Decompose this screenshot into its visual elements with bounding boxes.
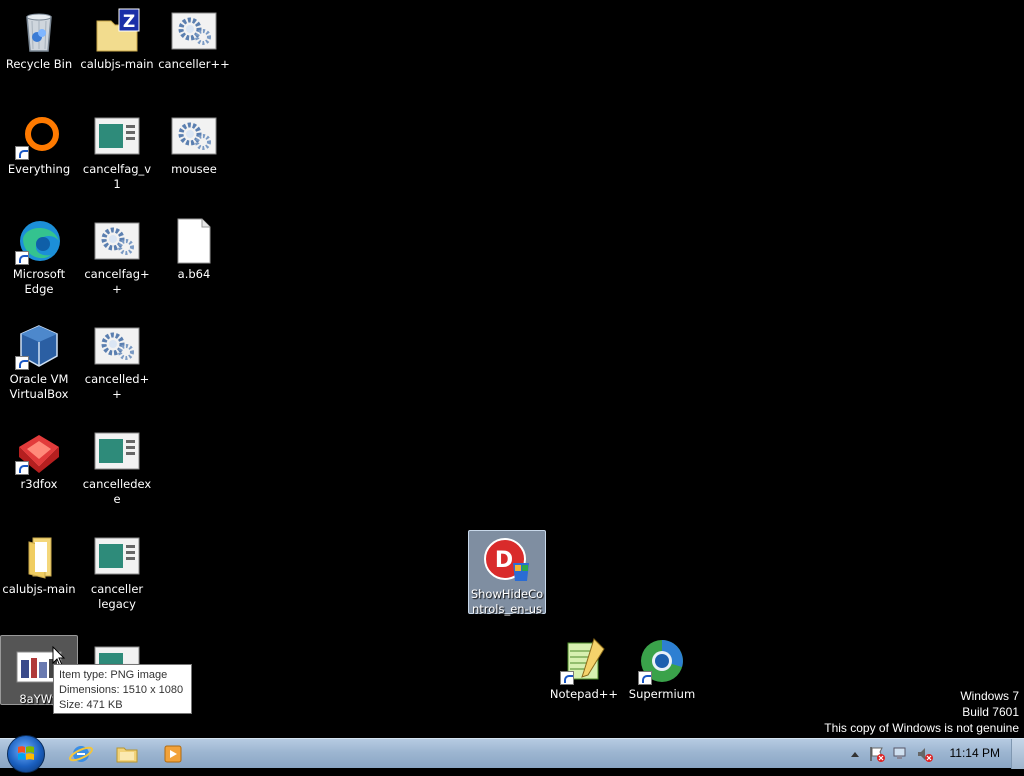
icon-cancelledexe[interactable]: cancelledexe — [78, 420, 156, 510]
icon-notepad-pp[interactable]: Notepad++ — [545, 630, 623, 705]
icon-everything[interactable]: Everything — [0, 105, 78, 180]
icon-canceller-legacy[interactable]: canceller legacy — [78, 525, 156, 615]
icon-r3dfox[interactable]: r3dfox — [0, 420, 78, 495]
tooltip-dimensions: Dimensions: 1510 x 1080 — [59, 684, 184, 696]
taskbar: 11:14 PM — [0, 735, 1024, 773]
label: Supermium — [628, 687, 696, 701]
label: canceller legacy — [90, 582, 144, 611]
gear-config-icon — [93, 217, 141, 265]
action-center-flag-icon[interactable] — [868, 745, 886, 763]
gear-config-icon — [170, 7, 218, 55]
tooltip-item-type: Item type: PNG image — [59, 669, 168, 681]
svg-text:D: D — [495, 548, 513, 573]
watermark-build: Build 7601 — [962, 705, 1019, 719]
taskbar-clock[interactable]: 11:14 PM — [950, 746, 1000, 760]
installer-package-icon: D — [483, 537, 531, 585]
icon-cancelfag-pp[interactable]: cancelfag++ — [78, 210, 156, 300]
windows-explorer-icon[interactable] — [114, 742, 140, 766]
label: calubjs-main — [2, 582, 76, 596]
show-hidden-icons-chevron-icon[interactable] — [850, 750, 860, 758]
everything-icon — [15, 112, 63, 160]
gear-config-icon — [93, 322, 141, 370]
shortcut-arrow-icon — [638, 671, 652, 685]
shortcut-arrow-icon — [15, 146, 29, 160]
icon-cancelfag-v1[interactable]: cancelfag_v1 — [78, 105, 156, 195]
network-icon[interactable] — [892, 745, 910, 763]
icon-cancelled-pp[interactable]: cancelled++ — [78, 315, 156, 405]
label: cancelfag_v1 — [82, 162, 152, 191]
notepad-plus-plus-icon — [560, 637, 608, 685]
supermium-icon — [638, 637, 686, 685]
icon-mousee[interactable]: mousee — [155, 105, 233, 180]
icon-a-b64[interactable]: a.b64 — [155, 210, 233, 285]
windows-logo-icon — [18, 746, 34, 760]
label: Everything — [7, 162, 71, 176]
shortcut-arrow-icon — [15, 356, 29, 370]
r3dfox-icon — [15, 427, 63, 475]
icon-recycle-bin[interactable]: Recycle Bin — [0, 0, 78, 75]
icon-canceller-pp[interactable]: canceller++ — [155, 0, 233, 75]
windows-watermark: Windows 7 Build 7601 This copy of Window… — [824, 688, 1019, 736]
volume-muted-icon[interactable] — [916, 745, 934, 763]
label: ShowHideControls_en-us — [470, 587, 544, 616]
file-info-tooltip: Item type: PNG image Dimensions: 1510 x … — [53, 664, 192, 714]
desktop[interactable]: Recycle Bin Everything Microsoft Edge Or… — [0, 0, 1024, 738]
zip-folder-icon: Z — [93, 7, 141, 55]
watermark-genuine-notice: This copy of Windows is not genuine — [824, 721, 1019, 735]
application-window-icon — [93, 112, 141, 160]
start-button[interactable] — [7, 735, 45, 773]
icon-calubjs-main-folder[interactable]: calubjs-main — [0, 525, 78, 600]
label: a.b64 — [177, 267, 211, 281]
label: calubjs-main — [80, 57, 154, 71]
icon-microsoft-edge[interactable]: Microsoft Edge — [0, 210, 78, 300]
label: Notepad++ — [549, 687, 619, 701]
show-desktop-button[interactable] — [1011, 739, 1024, 769]
label: cancelfag++ — [84, 267, 150, 296]
icon-showhidecontrols[interactable]: D ShowHideControls_en-us — [468, 530, 546, 616]
label: Microsoft Edge — [12, 267, 66, 296]
system-tray: 11:14 PM — [824, 739, 1024, 769]
edge-icon — [15, 217, 63, 265]
media-player-icon[interactable] — [160, 742, 186, 766]
icon-virtualbox[interactable]: Oracle VM VirtualBox — [0, 315, 78, 405]
application-window-icon — [93, 532, 141, 580]
label: canceller++ — [158, 57, 230, 71]
gear-config-icon — [170, 112, 218, 160]
shortcut-arrow-icon — [15, 251, 29, 265]
shortcut-arrow-icon — [15, 461, 29, 475]
internet-explorer-icon[interactable] — [68, 742, 94, 766]
svg-text:Z: Z — [123, 12, 135, 32]
label: cancelled++ — [84, 372, 150, 401]
tooltip-size: Size: 471 KB — [59, 699, 123, 711]
label: mousee — [171, 162, 217, 176]
watermark-os: Windows 7 — [960, 689, 1019, 703]
folder-icon — [15, 532, 63, 580]
blank-file-icon — [170, 217, 218, 265]
icon-calubjs-main-zip[interactable]: Z calubjs-main — [78, 0, 156, 75]
icon-supermium[interactable]: Supermium — [623, 630, 701, 705]
shortcut-arrow-icon — [560, 671, 574, 685]
virtualbox-icon — [15, 322, 63, 370]
recycle-bin-icon — [15, 7, 63, 55]
label: r3dfox — [20, 477, 58, 491]
label: Recycle Bin — [5, 57, 73, 71]
label: cancelledexe — [82, 477, 152, 506]
application-window-icon — [93, 427, 141, 475]
label: Oracle VM VirtualBox — [9, 372, 69, 401]
